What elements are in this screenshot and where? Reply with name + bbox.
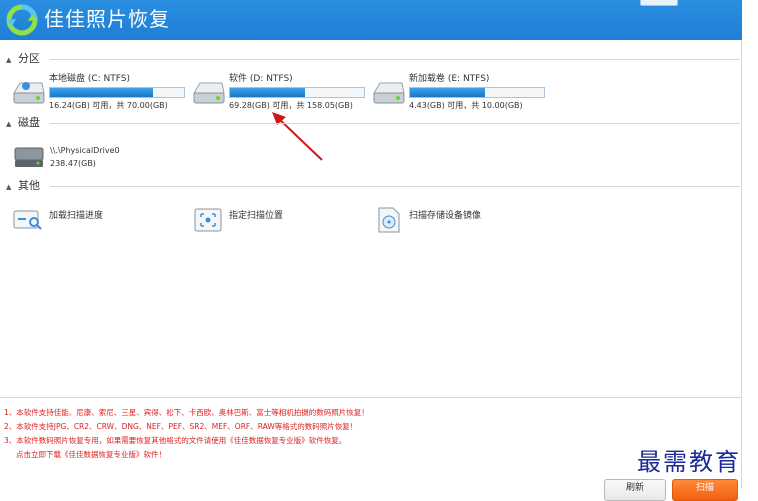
notes-panel: 1、本软件支持佳能、尼康、索尼、三星、宾得、松下、卡西欧、奥林巴斯、富士等相机拍… [4,406,369,462]
app-logo-icon [6,4,38,36]
collapse-triangle-icon[interactable]: ▲ [6,120,11,128]
usage-bar [229,87,365,98]
watermark-text: 最需教育 [637,448,741,476]
load-scan-progress-item[interactable]: 加载扫描进度 [13,207,173,237]
section-other[interactable]: ▲ 其他 [6,179,741,195]
refresh-button[interactable]: 刷新 [604,479,666,501]
section-title: 磁盘 [18,116,40,129]
partition-capacity: 4.43(GB) 可用，共 10.00(GB) [409,101,523,110]
section-divider [50,186,740,187]
usage-bar-fill [50,88,154,97]
section-divider [50,59,740,60]
scan-location-item[interactable]: 指定扫描位置 [193,207,353,237]
scan-disk-image-item[interactable]: 扫描存储设备镜像 [373,207,553,237]
item-label: 加载扫描进度 [49,211,104,221]
partition-capacity: 69.28(GB) 可用，共 158.05(GB) [229,101,353,110]
hard-drive-icon [373,82,405,104]
title-bar: 佳佳照片恢复 [0,0,742,40]
note-line: 1、本软件支持佳能、尼康、索尼、三星、宾得、松下、卡西欧、奥林巴斯、富士等相机拍… [4,408,369,417]
load-progress-icon [13,210,42,230]
section-divider [50,123,740,124]
usage-bar-fill [230,88,306,97]
usage-bar [409,87,545,98]
disk-size: 238.47(GB) [50,159,96,168]
section-disks[interactable]: ▲ 磁盘 [6,116,741,132]
disk-image-icon [378,207,400,233]
note-line: 3、本软件数码照片恢复专用，如果需要恢复其他格式的文件请使用《佳佳数据恢复专业版… [4,436,347,445]
section-title: 其他 [18,179,40,192]
usage-bar-fill [410,88,486,97]
partition-d[interactable]: 软件 (D: NTFS) 69.28(GB) 可用，共 158.05(GB) [192,73,372,113]
section-title: 分区 [18,52,40,65]
note-line: 2、本软件支持JPG、CR2、CRW、DNG、NEF、PEF、SR2、MEF、O… [4,422,358,431]
scan-button[interactable]: 扫描 [672,479,738,501]
hard-drive-icon [193,82,225,104]
partition-e[interactable]: 新加载卷 (E: NTFS) 4.43(GB) 可用，共 10.00(GB) [372,73,552,113]
window-control-button[interactable] [640,0,678,6]
window-margin [742,0,758,489]
item-label: 指定扫描位置 [229,211,284,221]
collapse-triangle-icon[interactable]: ▲ [6,56,11,64]
app-title: 佳佳照片恢复 [44,7,170,31]
disk-name: \\.\PhysicalDrive0 [50,146,120,155]
partition-name: 新加载卷 (E: NTFS) [409,74,490,84]
download-link[interactable]: 点击立即下载《佳佳数据恢复专业版》软件！ [4,448,369,462]
usage-bar [49,87,185,98]
scan-location-icon [194,208,222,232]
partition-name: 本地磁盘 (C: NTFS) [49,74,131,84]
partition-c[interactable]: 本地磁盘 (C: NTFS) 16.24(GB) 可用，共 70.00(GB) [12,73,192,113]
collapse-triangle-icon[interactable]: ▲ [6,183,11,191]
section-partitions[interactable]: ▲ 分区 [6,52,741,68]
physical-disk-icon [14,147,44,167]
item-label: 扫描存储设备镜像 [409,211,482,221]
partition-name: 软件 (D: NTFS) [229,74,293,84]
partition-capacity: 16.24(GB) 可用，共 70.00(GB) [49,101,168,110]
hard-drive-icon [13,82,45,104]
notes-divider [0,397,741,398]
